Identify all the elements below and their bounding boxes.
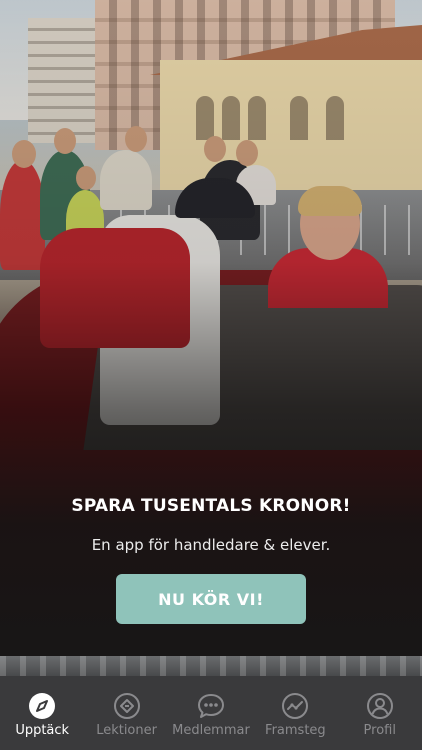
hero-image: [0, 0, 422, 656]
bottom-tab-bar: Upptäck Lektioner Medlemmar Framsteg Pro…: [0, 676, 422, 750]
tab-label: Framsteg: [265, 723, 326, 738]
tab-label: Medlemmar: [172, 723, 250, 738]
tab-lektioner[interactable]: Lektioner: [84, 676, 168, 750]
profile-icon: [366, 692, 394, 720]
lessons-icon: [113, 692, 141, 720]
compass-icon: [28, 692, 56, 720]
promo-headline: SPARA TUSENTALS KRONOR!: [71, 496, 351, 516]
tab-medlemmar[interactable]: Medlemmar: [169, 676, 253, 750]
promo-subline: En app för handledare & elever.: [91, 536, 331, 554]
get-started-button[interactable]: NU KÖR VI!: [116, 574, 306, 624]
hero-bottom-strip: [0, 656, 422, 676]
tab-upptack[interactable]: Upptäck: [0, 676, 84, 750]
tab-profil[interactable]: Profil: [338, 676, 422, 750]
tab-framsteg[interactable]: Framsteg: [253, 676, 337, 750]
progress-chart-icon: [281, 692, 309, 720]
tab-label: Upptäck: [15, 723, 70, 738]
chat-bubble-icon: [197, 692, 225, 720]
tab-label: Profil: [363, 723, 396, 738]
tab-label: Lektioner: [96, 723, 157, 738]
